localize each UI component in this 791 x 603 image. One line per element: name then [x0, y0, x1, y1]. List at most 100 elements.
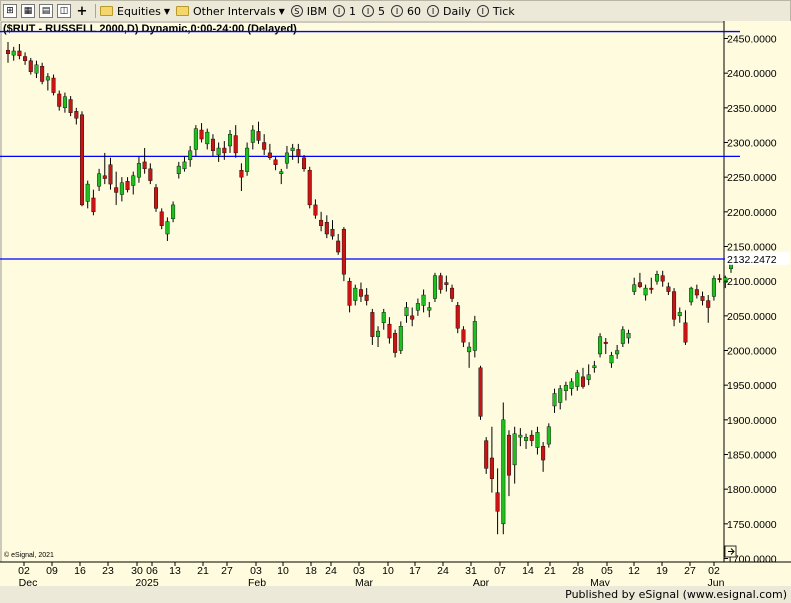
candle-body — [711, 278, 716, 297]
candle-body — [154, 187, 159, 209]
candle-body — [176, 165, 181, 174]
candle-body — [171, 204, 176, 219]
candle-body — [615, 350, 620, 355]
candle-body — [586, 374, 591, 380]
candle-body — [91, 197, 96, 213]
candle-body — [677, 312, 682, 317]
x-tick-label: 21 — [197, 565, 209, 577]
x-tick-label: 16 — [74, 565, 86, 577]
symbol-ibm-button[interactable]: S IBM — [290, 5, 327, 18]
candle-body — [125, 181, 130, 190]
candle-body — [393, 332, 398, 353]
candle-body — [245, 147, 250, 172]
candle-body — [250, 129, 255, 143]
interval-tick-label: Tick — [492, 4, 515, 18]
candle-body — [489, 457, 494, 479]
candle-body — [159, 211, 164, 226]
candle — [341, 227, 346, 282]
candle-body — [330, 228, 335, 237]
x-tick-label: 05 — [601, 565, 613, 577]
candle-body — [165, 221, 170, 235]
link-icon[interactable]: ⊞ — [3, 4, 17, 18]
candle-body — [438, 275, 443, 290]
x-tick-label: 30 — [131, 565, 143, 577]
candle-body — [569, 381, 574, 389]
x-month-label: Mar — [355, 577, 374, 586]
interval-icon: I — [362, 5, 375, 17]
candle-body — [529, 434, 534, 441]
candlestick-chart[interactable]: ($RUT - RUSSELL 2000,D) Dynamic,0:00-24:… — [0, 21, 791, 589]
chart-window-icon[interactable]: ▤ — [39, 4, 53, 18]
candle-body — [28, 60, 33, 72]
candle-body — [296, 149, 301, 157]
candle-body — [102, 175, 107, 179]
interval-tick-button[interactable]: I Tick — [476, 4, 515, 18]
equities-button[interactable]: Equities ▼ — [100, 5, 170, 18]
candle — [478, 365, 483, 420]
candle-body — [694, 289, 699, 296]
interval-60-label: 60 — [407, 4, 422, 18]
candle-body — [370, 312, 375, 337]
candle-body — [148, 168, 153, 181]
candle-body — [398, 326, 403, 351]
toolbar: ⊞ ▦ ▤ ◫ + Equities ▼ Other Intervals ▼ S… — [0, 0, 791, 22]
candle-body — [216, 147, 221, 156]
x-month-label: Dec — [19, 577, 38, 586]
candle-body — [68, 99, 73, 113]
grid-icon[interactable]: ▦ — [21, 4, 35, 18]
interval-daily-button[interactable]: I Daily — [427, 5, 471, 18]
candle-body — [11, 50, 16, 56]
candle-body — [307, 170, 312, 206]
candle-body — [450, 287, 455, 299]
candle-body — [580, 376, 585, 387]
chart-window[interactable]: ($RUT - RUSSELL 2000,D) Dynamic,0:00-24:… — [0, 21, 791, 589]
interval-60-button[interactable]: I 60 — [391, 5, 421, 18]
crosshair-icon[interactable]: + — [75, 4, 89, 18]
candle — [546, 423, 551, 448]
folder-icon — [100, 6, 113, 16]
candle-body — [205, 131, 210, 145]
candle-body — [592, 365, 597, 369]
other-intervals-button[interactable]: Other Intervals ▼ — [175, 4, 285, 18]
candle-body — [620, 329, 625, 344]
candle-body — [484, 440, 489, 469]
candle-body — [353, 287, 358, 301]
x-tick-label: 21 — [544, 565, 556, 577]
candle — [398, 321, 403, 354]
x-tick-label: 03 — [353, 565, 365, 577]
candle-body — [267, 152, 272, 158]
symbol-icon: S — [290, 5, 303, 17]
chevron-down-icon: ▼ — [163, 6, 170, 16]
candle-body — [632, 284, 637, 292]
candle — [598, 333, 603, 358]
layout-icon[interactable]: ◫ — [57, 4, 71, 18]
x-month-label: May — [590, 577, 611, 586]
candle-body — [279, 171, 284, 174]
candle-body — [290, 147, 295, 152]
candle-body — [683, 322, 688, 343]
x-month-label: Apr — [473, 577, 490, 586]
candle-body — [552, 393, 557, 407]
x-month-label: Jun — [708, 577, 725, 586]
x-tick-label: 27 — [221, 565, 233, 577]
candle-body — [654, 274, 659, 282]
y-tick-label: 2450.0000 — [727, 34, 777, 46]
candle-body — [108, 164, 113, 185]
interval-5-button[interactable]: I 5 — [362, 5, 385, 18]
candle-body — [563, 384, 568, 391]
interval-icon: I — [427, 5, 440, 17]
interval-daily-label: Daily — [443, 4, 471, 18]
interval-1-button[interactable]: I 1 — [333, 5, 356, 18]
candle-body — [410, 315, 415, 320]
scroll-end-icon[interactable] — [724, 545, 737, 558]
y-tick-label: 1950.0000 — [727, 380, 777, 392]
y-tick-label: 1800.0000 — [727, 484, 777, 496]
x-tick-label: 17 — [409, 565, 421, 577]
x-month-label: 2025 — [135, 577, 159, 586]
candle-body — [506, 434, 511, 476]
candle-body — [85, 183, 90, 202]
x-tick-label: 14 — [522, 565, 534, 577]
candle-body — [558, 388, 563, 403]
other-intervals-label: Other Intervals — [192, 4, 276, 18]
candle — [80, 111, 85, 207]
